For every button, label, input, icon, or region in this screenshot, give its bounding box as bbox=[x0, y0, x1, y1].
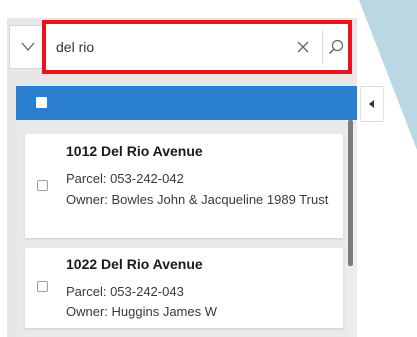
result-checkbox[interactable] bbox=[37, 281, 48, 292]
result-parcel: Parcel: 053-242-043 bbox=[66, 284, 184, 299]
result-checkbox[interactable] bbox=[37, 180, 48, 191]
search-button[interactable] bbox=[324, 32, 348, 62]
result-title: 1012 Del Rio Avenue bbox=[66, 143, 203, 159]
search-input[interactable] bbox=[56, 32, 284, 62]
search-divider bbox=[322, 30, 323, 64]
chevron-down-icon bbox=[21, 42, 35, 51]
collapse-panel-button[interactable] bbox=[360, 86, 384, 122]
clear-search-button[interactable] bbox=[291, 34, 315, 60]
result-owner: Owner: Huggins James W bbox=[66, 304, 217, 319]
result-title: 1022 Del Rio Avenue bbox=[66, 256, 203, 272]
scrollbar-thumb[interactable] bbox=[348, 120, 353, 266]
results-header bbox=[16, 86, 357, 120]
result-card[interactable]: 1012 Del Rio Avenue Parcel: 053-242-042 … bbox=[25, 134, 343, 238]
select-all-checkbox[interactable] bbox=[36, 97, 47, 108]
app-stage: 1012 Del Rio Avenue Parcel: 053-242-042 … bbox=[0, 0, 417, 337]
chevron-left-icon bbox=[369, 100, 374, 108]
search-field-highlight bbox=[42, 20, 352, 74]
result-parcel: Parcel: 053-242-042 bbox=[66, 171, 184, 186]
close-icon bbox=[297, 41, 309, 53]
search-layer-dropdown[interactable] bbox=[10, 26, 46, 68]
search-icon bbox=[328, 39, 344, 55]
result-owner: Owner: Bowles John & Jacqueline 1989 Tru… bbox=[66, 192, 329, 207]
result-card[interactable]: 1022 Del Rio Avenue Parcel: 053-242-043 … bbox=[25, 248, 343, 328]
